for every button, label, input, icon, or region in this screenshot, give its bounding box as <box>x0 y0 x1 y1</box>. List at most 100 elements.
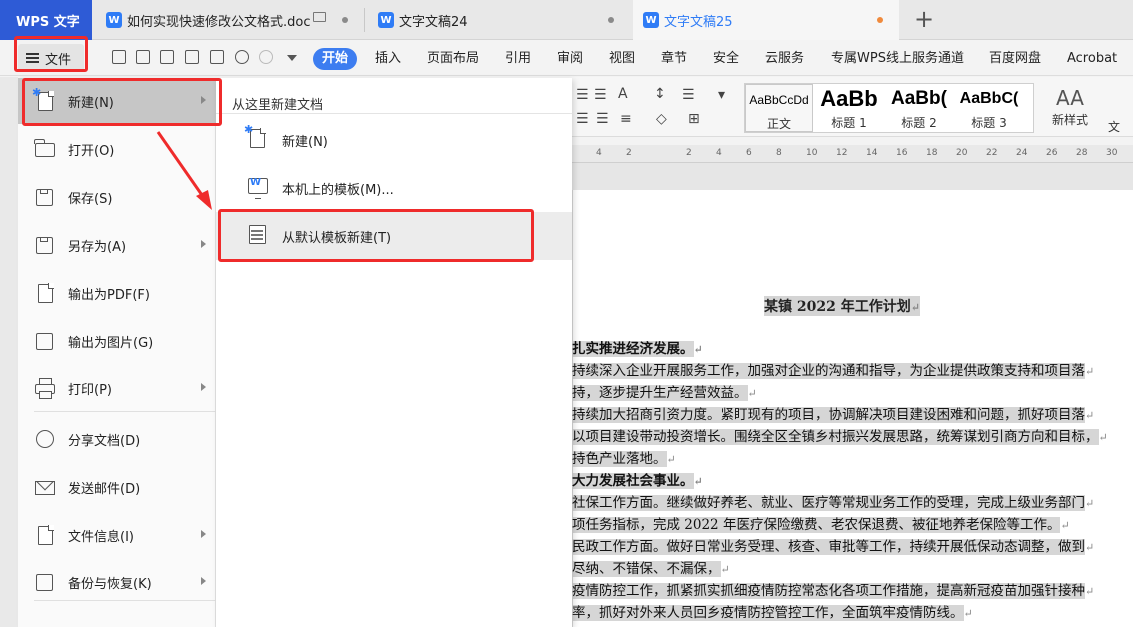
submenu-item-label: 本机上的模板(M)... <box>282 182 394 198</box>
tab-cloud-service[interactable]: 云服务 <box>765 48 804 70</box>
style-heading-3[interactable]: AaBbC( 标题 3 <box>955 84 1023 132</box>
tab-insert[interactable]: 插入 <box>375 48 401 70</box>
menu-bar: 文件 开始 插入 页面布局 引用 审阅 视图 章节 安全 云服务 专属WPS线上… <box>0 40 1133 76</box>
customize-quickbar-icon[interactable] <box>287 55 297 61</box>
printer-icon <box>34 378 56 399</box>
file-menu-item-label: 保存(S) <box>68 191 113 207</box>
more-icon[interactable]: ▾ <box>718 87 725 103</box>
tab-page-layout[interactable]: 页面布局 <box>427 48 479 70</box>
horizontal-ruler[interactable]: 4 2 2 4 6 8 10 12 14 16 18 20 22 24 26 28 30 <box>572 145 1133 163</box>
save-icon[interactable] <box>136 50 150 64</box>
doc-tab-label: 如何实现快速修改公文格式.doc <box>127 14 311 30</box>
tab-section[interactable]: 章节 <box>661 48 687 70</box>
save-icon <box>34 187 56 207</box>
chevron-right-icon <box>201 530 206 538</box>
document-title: 某镇 2022 年工作计划↵ <box>764 296 920 316</box>
line-spacing-icon[interactable]: ≡ <box>620 111 632 127</box>
new-style-button[interactable]: AA 新样式 <box>1040 85 1100 128</box>
file-menu-item-label: 文件信息(I) <box>68 529 134 545</box>
ruler-tick: 4 <box>716 148 722 158</box>
style-heading-1[interactable]: AaBb 标题 1 <box>815 84 883 132</box>
align-center-icon[interactable]: ☰ <box>596 111 609 127</box>
wps-writer-icon: W <box>106 12 122 28</box>
menu-divider <box>34 600 216 601</box>
list-icon[interactable]: ☰ <box>682 87 695 103</box>
line-text: 持续加大招商引资力度。紧盯现有的项目，协调解决项目建设困难和问题，抓好项目落 <box>572 407 1085 423</box>
ruler-tick: 30 <box>1106 148 1118 158</box>
file-menu-item-label: 输出为图片(G) <box>68 335 154 351</box>
tab-view[interactable]: 视图 <box>609 48 635 70</box>
text-tools-label[interactable]: 文 <box>1108 118 1120 135</box>
ruler-tick: 12 <box>836 148 848 158</box>
undo-icon[interactable] <box>235 50 249 64</box>
line-text: 社保工作方面。继续做好养老、就业、医疗等常规业务工作的受理，完成上级业务部门 <box>572 495 1085 511</box>
document-line: 民政工作方面。做好日常业务受理、核查、审批等工作，持续开展低保动态调整，做到↵ <box>572 536 1133 558</box>
border-icon[interactable]: ⊞ <box>688 111 700 127</box>
paragraph-mark: ↵ <box>720 563 730 576</box>
open-icon[interactable] <box>112 50 126 64</box>
file-menu-item[interactable]: 打开(O) <box>18 126 216 172</box>
tab-baidu-netdisk[interactable]: 百度网盘 <box>989 48 1041 70</box>
redo-icon[interactable] <box>259 50 273 64</box>
title-tab-bar: WPS 文字 W 如何实现快速修改公文格式.doc W 文字文稿24 W 文字文… <box>0 0 1133 40</box>
unsaved-dot-icon[interactable] <box>877 17 883 23</box>
tab-references[interactable]: 引用 <box>505 48 531 70</box>
doc-tab[interactable]: W 如何实现快速修改公文格式.doc <box>96 0 364 40</box>
style-heading-2[interactable]: AaBb( 标题 2 <box>885 84 953 132</box>
phonetic-icon[interactable]: A <box>618 86 628 102</box>
document-line: 持色产业落地。↵ <box>572 448 1133 470</box>
file-menu-item[interactable]: 文件信息(I) <box>18 512 216 558</box>
paragraph-mark: ↵ <box>1060 519 1070 532</box>
ruler-tick: 20 <box>956 148 968 158</box>
ruler-tick: 22 <box>986 148 998 158</box>
tab-wps-online[interactable]: 专属WPS线上服务通道 <box>831 48 964 70</box>
sort-icon[interactable]: ↕ <box>654 86 666 102</box>
indent-icon[interactable]: ☰ <box>594 87 607 103</box>
file-menu-item[interactable]: 输出为图片(G) <box>18 318 216 364</box>
doc-tab[interactable]: W 文字文稿24 <box>368 0 630 40</box>
file-menu-item[interactable]: 备份与恢复(K) <box>18 559 216 605</box>
document-line: 社保工作方面。继续做好养老、就业、医疗等常规业务工作的受理，完成上级业务部门↵ <box>572 492 1133 514</box>
unsaved-dot-icon[interactable] <box>608 17 614 23</box>
file-menu-item[interactable]: 输出为PDF(F) <box>18 270 216 316</box>
paragraph-mark: ↵ <box>666 453 676 466</box>
tab-review[interactable]: 审阅 <box>557 48 583 70</box>
style-normal[interactable]: AaBbCcDd 正文 <box>745 84 813 132</box>
document-line: 持续加大招商引资力度。紧盯现有的项目，协调解决项目建设困难和问题，抓好项目落↵ <box>572 404 1133 426</box>
paragraph-mark: ↵ <box>1085 409 1095 422</box>
align-icon[interactable]: ☰ <box>576 87 589 103</box>
doc-tab-active[interactable]: W 文字文稿25 <box>633 0 899 40</box>
tab-acrobat[interactable]: Acrobat <box>1067 48 1117 70</box>
unsaved-dot-icon[interactable] <box>342 17 348 23</box>
print-preview-icon[interactable] <box>210 50 224 64</box>
paragraph-mark: ↵ <box>1085 585 1095 598</box>
align-left-icon[interactable]: ☰ <box>576 111 589 127</box>
paragraph-mark: ↵ <box>1098 431 1108 444</box>
file-menu-item[interactable]: 打印(P) <box>18 365 216 411</box>
export-pdf-icon <box>34 283 56 303</box>
line-text: 疫情防控工作，抓紧抓实抓细疫情防控常态化各项工作措施，提高新冠疫苗加强针接种 <box>572 583 1085 599</box>
wps-app-tab[interactable]: WPS 文字 <box>0 0 92 40</box>
submenu-local-template[interactable]: W 本机上的模板(M)... <box>216 164 572 212</box>
print-icon[interactable] <box>185 50 199 64</box>
file-menu-item-label: 另存为(A) <box>68 239 127 255</box>
new-tab-button[interactable]: + <box>910 6 938 34</box>
line-text: 持，逐步提升生产经营效益。 <box>572 385 748 401</box>
export-image-icon <box>34 331 56 351</box>
shading-icon[interactable]: ◇ <box>656 111 667 127</box>
wps-writer-icon: W <box>378 12 394 28</box>
ruler-tick: 4 <box>596 148 602 158</box>
file-menu-item[interactable]: 发送邮件(D) <box>18 464 216 510</box>
file-menu-item[interactable]: 另存为(A) <box>18 222 216 268</box>
file-menu-item[interactable]: 保存(S) <box>18 174 216 220</box>
tab-home[interactable]: 开始 <box>313 48 358 70</box>
ruler-tick: 6 <box>746 148 752 158</box>
tab-divider <box>364 8 365 32</box>
file-menu-item[interactable]: 分享文档(D) <box>18 416 216 462</box>
style-preview: AaBbC( <box>959 90 1019 107</box>
monitor-icon <box>313 12 326 22</box>
tab-security[interactable]: 安全 <box>713 48 739 70</box>
app-label: WPS 文字 <box>16 14 80 30</box>
submenu-new-blank[interactable]: ✱ 新建(N) <box>216 116 572 164</box>
export-pdf-icon[interactable] <box>160 50 174 64</box>
